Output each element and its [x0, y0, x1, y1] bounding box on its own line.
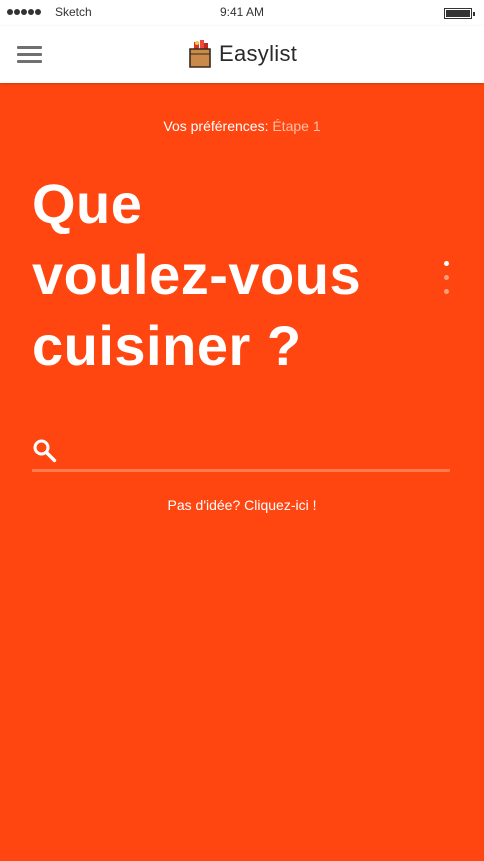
page-title-line-1: Que	[32, 172, 143, 235]
step-indicator	[444, 261, 450, 303]
page-title: Que voulez-vous cuisiner ?	[32, 168, 432, 381]
brand-name: Easylist	[219, 41, 298, 66]
hamburger-menu-icon[interactable]	[17, 46, 43, 64]
page-title-line-3: cuisiner ?	[32, 314, 302, 377]
search-input[interactable]	[66, 436, 446, 468]
page-title-line-2: voulez-vous	[32, 243, 362, 306]
search-underline	[32, 469, 450, 472]
search-field	[32, 436, 450, 474]
preferences-step-value: Étape 1	[272, 118, 321, 134]
grocery-bag-icon	[189, 40, 211, 68]
search-icon[interactable]	[32, 438, 58, 464]
battery-icon	[444, 8, 475, 19]
brand: Easylist	[188, 38, 297, 70]
no-idea-link[interactable]: Pas d'idée? Cliquez-ici !	[0, 497, 484, 513]
status-time: 9:41 AM	[219, 5, 265, 19]
step-dot[interactable]	[444, 289, 449, 294]
preferences-label: Vos préférences:	[163, 118, 269, 134]
step-dot[interactable]	[444, 261, 449, 266]
nav-bar: Easylist	[0, 26, 484, 83]
status-bar: Sketch 9:41 AM	[0, 0, 484, 26]
preferences-step: Vos préférences: Étape 1	[0, 118, 484, 134]
step-dot[interactable]	[444, 275, 449, 280]
